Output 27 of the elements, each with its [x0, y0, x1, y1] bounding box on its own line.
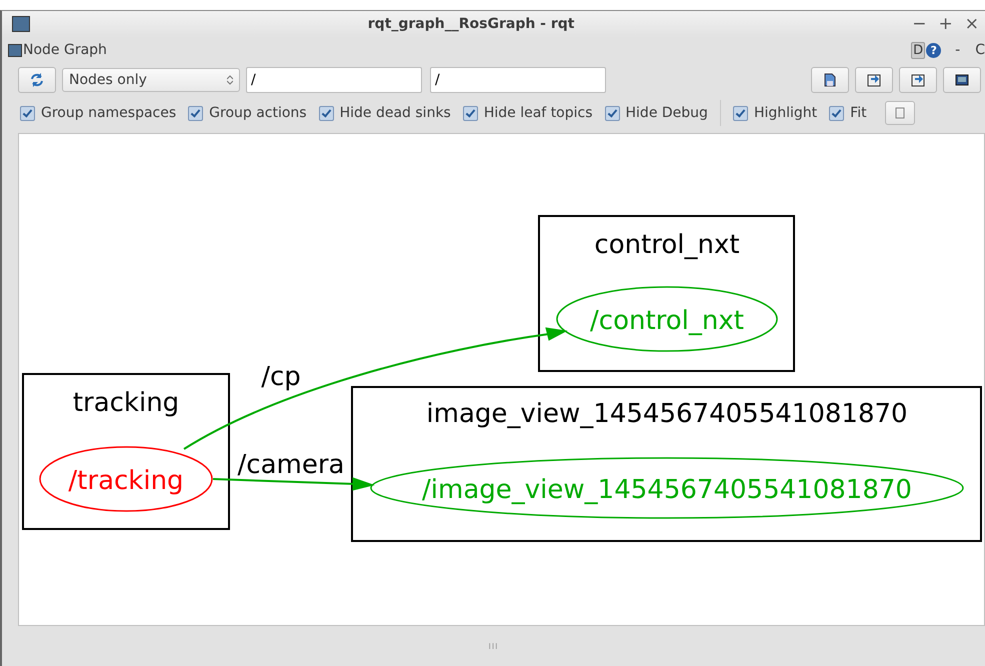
- node-label: /image_view_1454567405541081870: [422, 475, 912, 505]
- mode-dropdown[interactable]: Nodes only: [62, 68, 240, 92]
- option-checkbox[interactable]: Hide leaf topics: [462, 105, 593, 121]
- node-label: /tracking: [68, 466, 184, 496]
- option-checkbox[interactable]: Hide Debug: [604, 105, 708, 121]
- edge-label: /camera: [238, 450, 344, 480]
- node-label: /control_nxt: [590, 306, 744, 336]
- edge-label: /cp: [261, 362, 301, 392]
- filter-field[interactable]: /: [430, 67, 606, 93]
- option-checkbox[interactable]: Group actions: [188, 105, 307, 121]
- close-button[interactable]: ×: [964, 14, 979, 34]
- cluster-title: image_view_1454567405541081870: [426, 399, 908, 429]
- help-icon[interactable]: ?: [926, 42, 942, 58]
- filter-field[interactable]: /: [246, 67, 422, 93]
- close-plugin-button[interactable]: C: [975, 42, 985, 58]
- cluster-title: tracking: [72, 388, 180, 418]
- option-checkbox[interactable]: Highlight: [732, 105, 818, 121]
- cluster-title: control_nxt: [594, 230, 740, 260]
- dock-button[interactable]: D: [911, 42, 926, 58]
- plugin-title: Node Graph: [23, 42, 107, 58]
- window-title: rqt_graph__RosGraph - rqt: [366, 16, 576, 32]
- minimize-button[interactable]: −: [912, 14, 926, 34]
- option-checkbox[interactable]: Group namespaces: [20, 105, 176, 121]
- maximize-button[interactable]: +: [938, 14, 953, 34]
- minimize-plugin-button[interactable]: -: [955, 42, 960, 58]
- option-checkbox[interactable]: Fit: [829, 105, 867, 121]
- option-checkbox[interactable]: Hide dead sinks: [318, 105, 451, 121]
